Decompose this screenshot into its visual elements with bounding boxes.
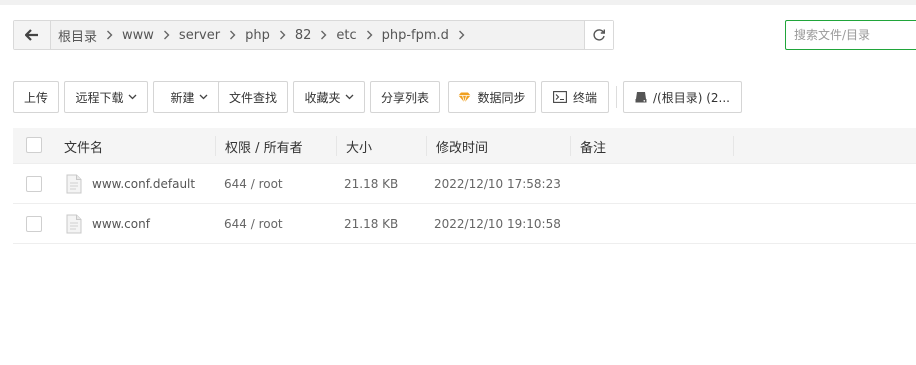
share-list-label: 分享列表 bbox=[380, 90, 429, 105]
column-header-note: 备注 bbox=[580, 140, 607, 156]
chevron-right-icon bbox=[458, 30, 465, 40]
breadcrumb-item-82[interactable]: 82 bbox=[295, 28, 312, 43]
path-bar: 根目录 www server php 82 etc php-fpm.d bbox=[13, 20, 614, 50]
disk-icon bbox=[635, 91, 647, 103]
file-permission[interactable]: 644 / root bbox=[224, 204, 283, 244]
share-list-button[interactable]: 分享列表 bbox=[370, 81, 440, 113]
file-size: 21.18 KB bbox=[344, 177, 399, 191]
breadcrumb-item-server[interactable]: server bbox=[179, 28, 220, 43]
chevron-right-icon bbox=[366, 30, 373, 40]
terminal-label: 终端 bbox=[572, 90, 597, 105]
column-header-permission[interactable]: 权限 / 所有者 bbox=[225, 128, 303, 164]
arrow-left-icon bbox=[25, 29, 39, 41]
chevron-right-icon bbox=[106, 30, 113, 40]
data-sync-button[interactable]: 数据同步 bbox=[448, 81, 536, 113]
new-label: 新建 bbox=[170, 90, 195, 105]
top-strip bbox=[0, 0, 916, 5]
table-row[interactable]: www.conf.default 644 / root 21.18 KB 202… bbox=[13, 164, 916, 204]
breadcrumb-item-php-fpm-d[interactable]: php-fpm.d bbox=[382, 28, 449, 43]
column-divider bbox=[570, 136, 571, 156]
disk-label: /(根目录) (2... bbox=[653, 90, 730, 105]
refresh-icon bbox=[592, 28, 606, 42]
chevron-right-icon bbox=[229, 30, 236, 40]
select-all-checkbox[interactable] bbox=[26, 137, 42, 153]
column-header-size[interactable]: 大小 bbox=[346, 128, 372, 164]
upload-button[interactable]: 上传 bbox=[13, 81, 59, 113]
search-input[interactable] bbox=[785, 20, 916, 50]
remote-download-button[interactable]: 远程下载 bbox=[64, 81, 148, 113]
file-name[interactable]: www.conf bbox=[92, 204, 150, 244]
column-header-name[interactable]: 文件名 bbox=[64, 128, 103, 164]
column-divider bbox=[215, 136, 216, 156]
chevron-down-icon bbox=[199, 94, 208, 100]
new-button[interactable]: 新建 bbox=[153, 81, 225, 113]
back-button[interactable] bbox=[14, 21, 51, 49]
column-divider bbox=[426, 136, 427, 156]
file-modified-time: 2022/12/10 17:58:23 bbox=[434, 177, 561, 191]
column-divider bbox=[733, 136, 734, 156]
row-checkbox[interactable] bbox=[26, 216, 42, 232]
file-icon bbox=[66, 214, 82, 237]
breadcrumb: 根目录 www server php 82 etc php-fpm.d bbox=[51, 21, 584, 49]
file-search-label: 文件查找 bbox=[228, 90, 277, 105]
chevron-right-icon bbox=[163, 30, 170, 40]
file-name[interactable]: www.conf.default bbox=[92, 164, 195, 204]
terminal-button[interactable]: 终端 bbox=[541, 81, 609, 113]
file-modified-time: 2022/12/10 19:10:58 bbox=[434, 217, 561, 231]
data-sync-label: 数据同步 bbox=[477, 90, 526, 105]
table-header: 文件名 权限 / 所有者 大小 修改时间 备注 bbox=[13, 128, 916, 164]
upload-label: 上传 bbox=[23, 90, 48, 105]
breadcrumb-item-root[interactable]: 根目录 bbox=[58, 26, 97, 45]
file-search-button[interactable]: 文件查找 bbox=[218, 81, 288, 113]
toolbar-divider bbox=[616, 86, 617, 108]
chevron-down-icon bbox=[345, 94, 354, 100]
file-permission[interactable]: 644 / root bbox=[224, 164, 283, 204]
refresh-button[interactable] bbox=[584, 21, 613, 49]
column-header-modified[interactable]: 修改时间 bbox=[436, 128, 488, 164]
diamond-icon bbox=[458, 92, 471, 103]
disk-button[interactable]: /(根目录) (2... bbox=[623, 81, 742, 113]
row-checkbox[interactable] bbox=[26, 176, 42, 192]
favorites-label: 收藏夹 bbox=[304, 90, 341, 105]
favorites-button[interactable]: 收藏夹 bbox=[293, 81, 365, 113]
chevron-right-icon bbox=[279, 30, 286, 40]
remote-download-label: 远程下载 bbox=[75, 90, 124, 105]
file-size: 21.18 KB bbox=[344, 217, 399, 231]
chevron-down-icon bbox=[128, 94, 137, 100]
breadcrumb-item-php[interactable]: php bbox=[245, 28, 270, 43]
table-row[interactable]: www.conf 644 / root 21.18 KB 2022/12/10 … bbox=[13, 204, 916, 244]
column-divider bbox=[336, 136, 337, 156]
terminal-icon bbox=[553, 91, 567, 103]
breadcrumb-item-etc[interactable]: etc bbox=[336, 28, 356, 43]
breadcrumb-item-www[interactable]: www bbox=[122, 28, 154, 43]
file-icon bbox=[66, 174, 82, 197]
chevron-right-icon bbox=[320, 30, 327, 40]
